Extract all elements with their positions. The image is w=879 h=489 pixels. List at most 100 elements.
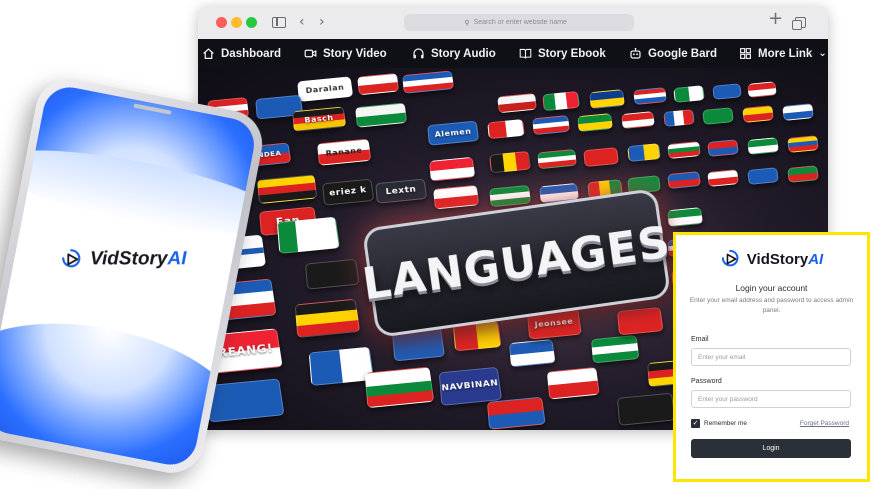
flag-tile xyxy=(712,83,742,100)
nav-item-dashboard[interactable]: Dashboard xyxy=(202,39,281,68)
remember-me-label: Remember me xyxy=(704,420,747,427)
chevron-down-icon: ⌄ xyxy=(818,48,827,59)
close-window-button[interactable] xyxy=(216,17,227,28)
flag-tile xyxy=(537,148,577,170)
flag-tile xyxy=(364,366,435,409)
flag-tile xyxy=(616,307,664,336)
flag-tile xyxy=(433,184,480,210)
flag-tile xyxy=(747,81,777,98)
languages-banner-text: LANGUAGES xyxy=(359,216,674,310)
flag-tile xyxy=(429,156,476,182)
new-tab-icon[interactable]: + xyxy=(768,10,783,28)
grid-icon xyxy=(740,48,751,59)
promo-composition: ‹ › ⚲ + Dashboard Story Video Story Audi… xyxy=(0,0,879,489)
flag-tile xyxy=(583,147,619,168)
login-subtitle: Enter your email address and password to… xyxy=(689,297,854,314)
flag-tile xyxy=(633,87,667,106)
flag-tile xyxy=(497,92,537,114)
phone-brand-name: VidStoryAI xyxy=(90,248,187,270)
flag-tile: Alemen xyxy=(427,120,480,146)
back-arrow-icon[interactable]: ‹ xyxy=(299,14,305,30)
browser-titlebar: ‹ › ⚲ + xyxy=(198,6,828,39)
phone-logo: VidStoryAI xyxy=(16,248,230,270)
flag-tile xyxy=(546,367,600,400)
password-field[interactable] xyxy=(691,390,851,408)
flag-tile xyxy=(667,207,703,228)
flag-tile xyxy=(357,72,400,96)
site-navbar: Dashboard Story Video Story Audio Story … xyxy=(198,39,828,68)
flag-tile: Lextn xyxy=(375,178,428,204)
robot-icon xyxy=(630,47,641,59)
video-icon xyxy=(304,49,317,58)
flag-tile xyxy=(577,113,613,133)
password-label: Password xyxy=(691,378,722,385)
flag-tile: NAVBINAN xyxy=(438,366,503,406)
flag-tile xyxy=(276,216,341,254)
nav-item-more-link[interactable]: More Link ⌄ xyxy=(739,39,827,68)
flag-tile xyxy=(747,137,779,155)
login-card: VidStoryAI Login your account Enter your… xyxy=(673,232,870,482)
headphones-icon xyxy=(413,48,424,59)
flag-tile xyxy=(304,258,360,290)
flag-tile xyxy=(542,91,580,112)
vidstory-logo-icon xyxy=(61,249,81,268)
flag-tile xyxy=(402,70,455,94)
nav-item-label: Story Video xyxy=(323,47,387,60)
nav-item-label: More Link xyxy=(758,47,813,60)
flag-tile xyxy=(667,171,701,190)
flag-tile xyxy=(294,298,361,338)
flag-tile xyxy=(621,111,655,130)
flag-tile: Basch xyxy=(292,106,347,132)
email-field[interactable] xyxy=(691,348,851,366)
flag-tile xyxy=(591,334,640,364)
flag-tile xyxy=(206,378,285,423)
flag-tile xyxy=(487,119,525,140)
flag-tile: Daralan xyxy=(297,76,354,102)
remember-me-checkbox[interactable]: ✓ xyxy=(691,419,700,428)
flag-tile xyxy=(589,89,625,110)
maximize-window-button[interactable] xyxy=(246,17,257,28)
flag-tile xyxy=(787,165,819,183)
flag-tile xyxy=(355,102,408,128)
forward-arrow-icon[interactable]: › xyxy=(319,14,325,30)
flag-tile xyxy=(627,143,661,162)
flag-tile xyxy=(663,109,695,127)
tab-overview-icon[interactable] xyxy=(792,17,806,30)
nav-item-story-video[interactable]: Story Video xyxy=(304,39,387,68)
nav-item-label: Dashboard xyxy=(221,47,282,60)
flag-tile xyxy=(707,139,739,157)
flag-tile xyxy=(747,167,779,185)
flag-tile xyxy=(489,184,532,208)
flag-tile: eriez k xyxy=(322,178,375,206)
address-bar[interactable]: ⚲ xyxy=(404,14,634,31)
nav-item-google-bard[interactable]: Google Bard xyxy=(629,39,717,68)
forget-password-link[interactable]: Forget Password xyxy=(800,420,849,427)
flag-tile xyxy=(486,396,546,430)
email-label: Email xyxy=(691,336,709,343)
flag-tile xyxy=(508,339,556,368)
flag-tile xyxy=(742,105,774,123)
flag-tile xyxy=(673,85,705,103)
flag-tile xyxy=(257,174,318,205)
nav-item-story-ebook[interactable]: Story Ebook xyxy=(519,39,606,68)
sidebar-toggle-icon[interactable] xyxy=(272,17,286,28)
flag-tile xyxy=(787,135,819,153)
flag-tile xyxy=(616,392,676,426)
address-input[interactable] xyxy=(473,19,574,26)
nav-item-story-audio[interactable]: Story Audio xyxy=(412,39,496,68)
book-icon xyxy=(519,48,532,59)
nav-item-label: Google Bard xyxy=(648,47,718,60)
vidstory-logo-icon xyxy=(721,249,739,267)
minimize-window-button[interactable] xyxy=(231,17,242,28)
flag-tile xyxy=(707,169,739,187)
login-button[interactable]: Login xyxy=(691,439,851,458)
nav-item-label: Story Ebook xyxy=(538,47,606,60)
flag-tile xyxy=(532,115,570,136)
login-logo: VidStoryAI xyxy=(676,249,867,269)
flag-tile xyxy=(489,150,532,174)
remember-me-row[interactable]: ✓ Remember me xyxy=(691,419,747,428)
login-heading: Login your account xyxy=(735,283,808,293)
login-brand-name: VidStoryAI xyxy=(746,250,824,268)
nav-item-label: Story Audio xyxy=(431,47,496,60)
home-icon xyxy=(203,48,214,59)
